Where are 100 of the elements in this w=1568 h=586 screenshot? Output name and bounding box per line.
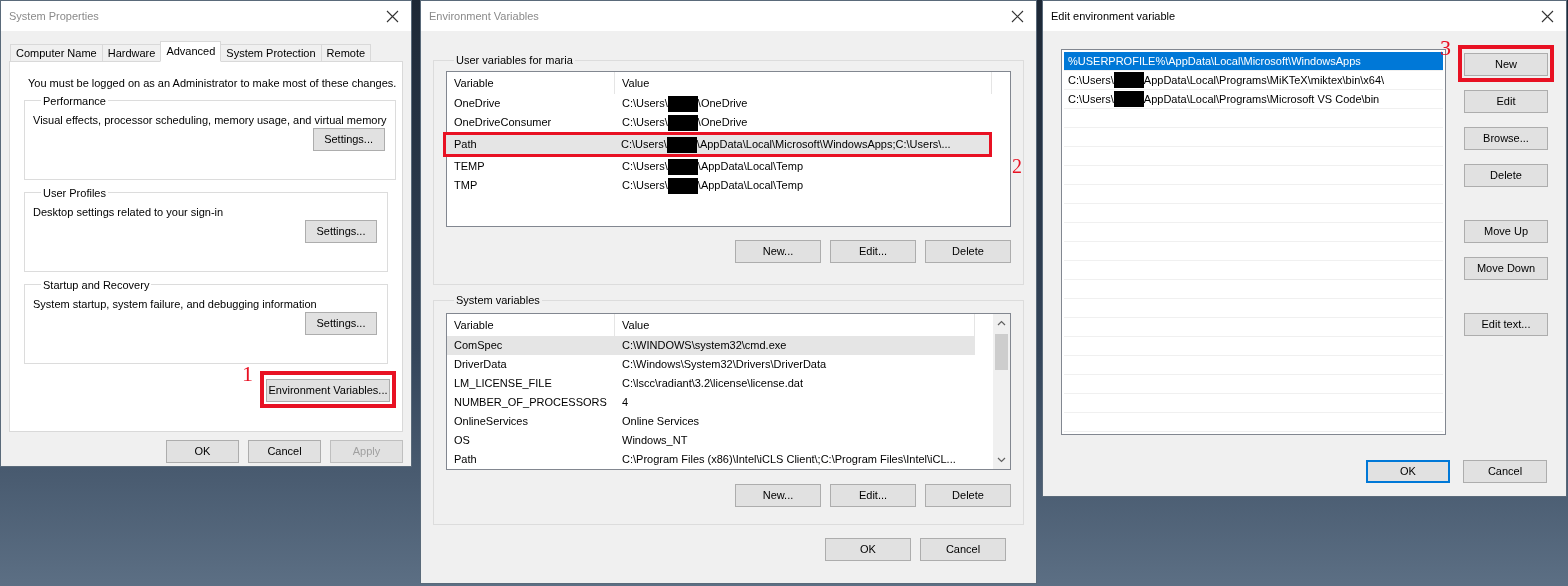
cell-text: C:\Users\ [622,178,668,194]
cell-text: C:\Users\ [621,137,667,153]
scroll-thumb[interactable] [995,334,1008,370]
redaction-bar [1113,72,1144,88]
cell-text: \OneDrive [697,115,748,131]
dialog-button[interactable]: New... [735,240,821,263]
scrollbar[interactable] [993,314,1010,469]
dialog-button[interactable]: Settings... [312,128,385,151]
cell-text: OnlineServices [453,414,529,430]
column-header[interactable]: Variable [447,72,615,94]
list-row[interactable]: DriverData C:\Windows\System32\Drivers\DriverData [447,355,975,374]
dialog-button[interactable]: Cancel [920,538,1006,561]
list-row[interactable]: C:\Users\ AppData\Local\Programs\Microsoft VS Code\bin [1064,90,1443,109]
redaction-bar [1113,91,1144,107]
list-row[interactable]: LM_LICENSE_FILE C:\lscc\radiant\3.2\license\license.dat [447,374,975,393]
dialog-button[interactable]: Browse... [1464,127,1548,150]
dialog-button[interactable]: New [1464,53,1548,76]
dialog-button[interactable]: Edit... [830,240,916,263]
redaction-bar [667,177,698,194]
scroll-up-icon[interactable] [997,320,1006,326]
dialog-button[interactable]: Edit text... [1464,313,1548,336]
group-title: Startup and Recovery [42,277,151,292]
cell-text: Path [453,137,478,153]
tab[interactable]: System Protection [220,44,322,62]
cell-text: AppData\Local\Programs\MiKTeX\miktex\bin\x64\ [1143,72,1385,88]
dialog-button[interactable]: OK [166,440,239,463]
dialog-button[interactable]: OK [825,538,911,561]
group-description: Visual effects, processor scheduling, memory usage, and virtual memory [33,112,387,128]
cell-text: TMP [453,178,479,194]
dialog-button[interactable]: Edit [1464,90,1548,113]
cell-text: TEMP [453,159,486,175]
redaction-bar [667,114,698,131]
list-row[interactable]: OnlineServices Online Services [447,412,975,431]
list-row[interactable]: C:\Users\ AppData\Local\Programs\MiKTeX\miktex\bin\x64\ [1064,71,1443,90]
close-icon[interactable] [1541,9,1554,23]
cell-text: \AppData\Local\Temp [697,178,803,194]
cell-text: \OneDrive [697,96,748,112]
column-header[interactable]: Value [615,72,992,94]
list-row[interactable]: TMP C:\Users\ \AppData\Local\Temp [447,176,992,195]
step-number: 2 [1012,156,1022,176]
list-row[interactable]: TEMP C:\Users\ \AppData\Local\Temp [447,157,992,176]
redaction-bar [667,158,698,175]
cell-text: \AppData\Local\Temp [697,159,803,175]
list-row[interactable]: ComSpec C:\WINDOWS\system32\cmd.exe [447,336,975,355]
dialog-button[interactable]: Delete [925,484,1011,507]
cell-text: C:\Users\ [1068,91,1114,107]
cell-text: C:\WINDOWS\system32\cmd.exe [622,338,787,354]
dialog-button[interactable]: Delete [1464,164,1548,187]
scroll-down-icon[interactable] [997,457,1006,463]
admin-notice: You must be logged on as an Administrator to make most of these changes. [28,76,397,91]
cell-text: OneDrive [453,96,502,112]
dialog-button[interactable]: Cancel [1463,460,1547,483]
cell-text: C:\Windows\System32\Drivers\DriverData [622,357,827,373]
cell-text: ComSpec [453,338,504,354]
close-icon[interactable] [1011,9,1024,23]
group-title: User variables for maria [455,53,574,67]
close-icon[interactable] [386,9,399,23]
cell-text: OS [453,433,471,449]
group-title: User Profiles [42,185,107,200]
cell-text: OneDriveConsumer [453,115,553,131]
list-row[interactable]: NUMBER_OF_PROCESSORS 4 [447,393,975,412]
cell-text: Windows_NT [622,433,688,449]
cell-text: C:\lscc\radiant\3.2\license\license.dat [622,376,803,392]
dialog-button[interactable]: Move Up [1464,220,1548,243]
cell-text: Online Services [622,414,700,430]
cell-text: NUMBER_OF_PROCESSORS [453,395,608,411]
dialog-button[interactable]: Cancel [248,440,321,463]
group-description: System startup, system failure, and debugging information [33,296,317,312]
dialog-button[interactable]: Move Down [1464,257,1548,280]
dialog-button[interactable]: Environment Variables... [266,378,390,402]
list-row[interactable]: OneDriveConsumer C:\Users\ \OneDrive [447,113,992,132]
cell-text: C:\Program Files (x86)\Intel\iCLS Client\;C:\Program Files\Intel\iCL... [622,452,956,468]
dialog-button[interactable]: New... [735,484,821,507]
redaction-bar [667,95,698,112]
cell-text: LM_LICENSE_FILE [453,376,553,392]
window-title: System Properties [9,8,99,24]
cell-text: C:\Users\ [622,115,668,131]
step-number: 3 [1440,37,1451,59]
cell-text: 4 [622,395,629,411]
list-row[interactable]: Path C:\Users\ \AppData\Local\Microsoft\WindowsApps;C:\Users\... [443,132,992,157]
tab[interactable]: Remote [320,44,372,62]
list-row[interactable]: OS Windows_NT [447,431,975,450]
cell-text: DriverData [453,357,508,373]
list-row[interactable]: OneDrive C:\Users\ \OneDrive [447,94,992,113]
list-row[interactable]: Path C:\Program Files (x86)\Intel\iCLS Client\;C:\Program Files\Intel\iCL... [447,450,975,469]
window-title: Environment Variables [429,8,539,24]
dialog-button[interactable]: Settings... [305,312,377,335]
cell-text: \AppData\Local\Microsoft\WindowsApps;C:\Users\... [696,137,951,153]
group-title: Performance [42,93,107,108]
cell-text: Path [453,452,478,468]
tab[interactable]: Advanced [160,41,222,62]
tab[interactable]: Computer Name [10,44,103,62]
cell-text: %USERPROFILE%\AppData\Local\Microsoft\WindowsApps [1068,53,1361,69]
dialog-button[interactable]: Settings... [305,220,377,243]
dialog-button[interactable]: Edit... [830,484,916,507]
cell-text: AppData\Local\Programs\Microsoft VS Code\bin [1143,91,1380,107]
step-number: 1 [242,362,253,385]
cell-text: C:\Users\ [1068,72,1114,88]
dialog-button[interactable]: Delete [925,240,1011,263]
dialog-button[interactable]: OK [1366,460,1450,483]
